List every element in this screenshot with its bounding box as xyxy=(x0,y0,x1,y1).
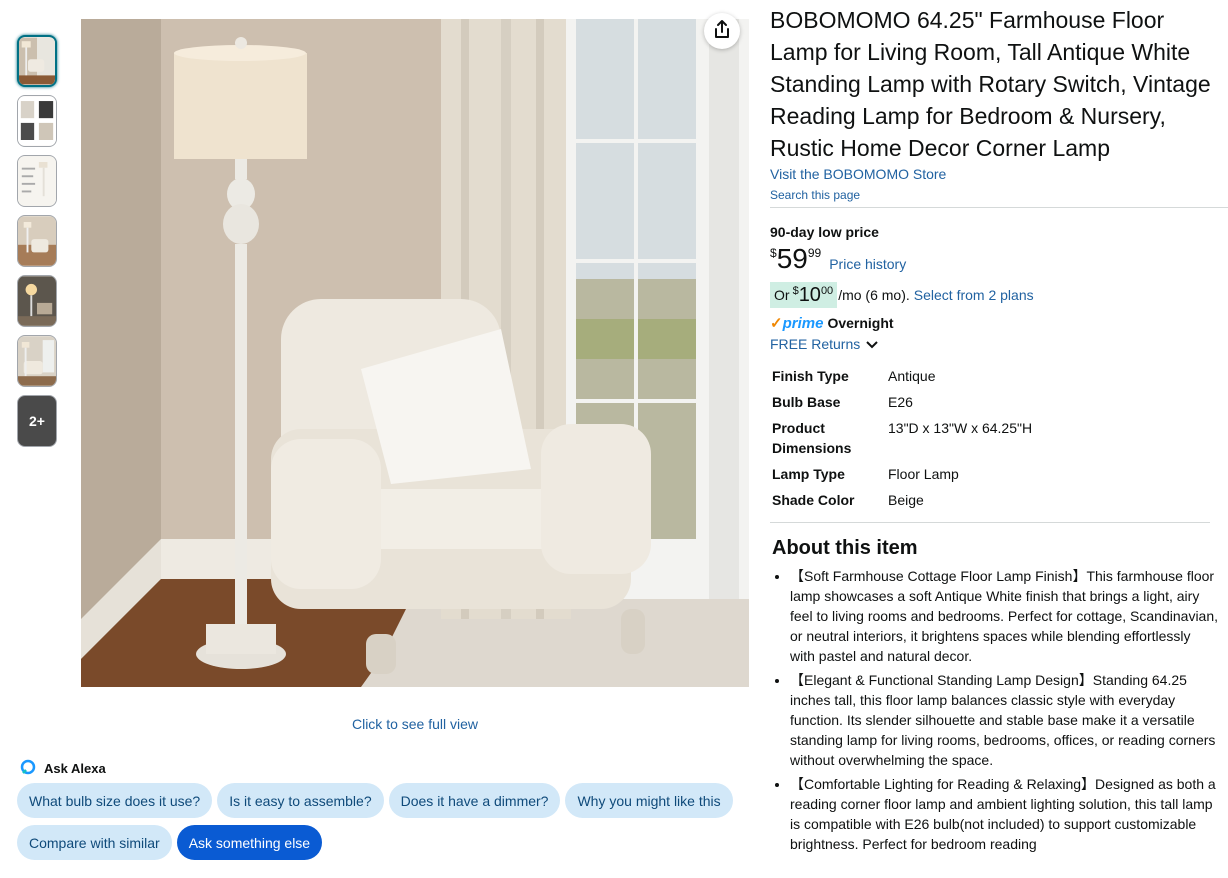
spec-value: Antique xyxy=(888,368,936,384)
thumbnail-5[interactable] xyxy=(17,275,57,327)
monthly-whole: 10 xyxy=(798,284,821,306)
chip-assemble[interactable]: Is it easy to assemble? xyxy=(217,783,384,818)
full-view-link[interactable]: Click to see full view xyxy=(81,716,749,732)
price-row: $ 59 99 Price history xyxy=(770,244,1228,274)
prime-check-icon: ✓ xyxy=(770,315,783,332)
about-bullet: 【Comfortable Lighting for Reading & Rela… xyxy=(790,774,1218,854)
spec-key: Finish Type xyxy=(772,368,849,384)
spec-row: Lamp Type Floor Lamp xyxy=(770,464,1210,484)
about-bullet: 【Elegant & Functional Standing Lamp Desi… xyxy=(790,670,1218,770)
price-history-link[interactable]: Price history xyxy=(829,256,906,272)
chip-compare[interactable]: Compare with similar xyxy=(17,825,172,860)
thumbnail-2[interactable] xyxy=(17,95,57,147)
free-returns-link[interactable]: FREE Returns xyxy=(770,336,1228,352)
chip-why-like[interactable]: Why you might like this xyxy=(565,783,733,818)
spec-row: Product Dimensions 13"D x 13"W x 64.25"H xyxy=(770,418,1210,458)
monthly-fraction: 00 xyxy=(820,285,834,297)
product-details: BOBOMOMO 64.25" Farmhouse Floor Lamp for… xyxy=(770,4,1228,858)
share-icon xyxy=(713,19,731,44)
spec-row: Bulb Base E26 xyxy=(770,392,1210,412)
chip-bulb-size[interactable]: What bulb size does it use? xyxy=(17,783,213,818)
price-fraction: 99 xyxy=(807,246,822,260)
thumbnail-1[interactable] xyxy=(17,35,57,87)
share-button[interactable] xyxy=(704,13,740,49)
thumbnail-strip: 2+ xyxy=(17,35,57,455)
chip-ask-something-else[interactable]: Ask something else xyxy=(176,825,323,860)
chevron-down-icon xyxy=(866,336,878,352)
price-whole: 59 xyxy=(776,243,808,274)
chip-dimmer[interactable]: Does it have a dimmer? xyxy=(388,783,561,818)
product-title: BOBOMOMO 64.25" Farmhouse Floor Lamp for… xyxy=(770,7,1211,161)
spec-table: Finish Type Antique Bulb Base E26 Produc… xyxy=(770,366,1210,523)
thumbnail-6[interactable] xyxy=(17,335,57,387)
ask-alexa-header: Ask Alexa xyxy=(20,759,106,778)
spec-row: Finish Type Antique xyxy=(770,366,1210,386)
spec-value: E26 xyxy=(888,394,913,410)
thumbnail-3[interactable] xyxy=(17,155,57,207)
spec-key: Product Dimensions xyxy=(772,420,852,456)
low-price-label: 90-day low price xyxy=(770,224,879,240)
spec-key: Lamp Type xyxy=(772,466,845,482)
overnight-label: Overnight xyxy=(827,315,894,331)
prime-logo: prime xyxy=(782,314,824,332)
more-images-label: 2+ xyxy=(29,413,45,429)
spec-row: Shade Color Beige xyxy=(770,490,1210,510)
spec-value: Beige xyxy=(888,492,924,508)
monthly-badge: Or $ 10 00 xyxy=(770,282,838,308)
store-link[interactable]: Visit the BOBOMOMO Store xyxy=(770,166,1228,182)
about-bullets: 【Soft Farmhouse Cottage Floor Lamp Finis… xyxy=(770,566,1218,854)
free-returns-label: FREE Returns xyxy=(770,336,861,352)
spec-value: Floor Lamp xyxy=(888,466,959,482)
chip-row-2: Compare with similar Ask something else xyxy=(17,825,757,860)
spec-key: Bulb Base xyxy=(772,394,841,410)
monthly-or: Or xyxy=(774,287,790,303)
search-this-page-link[interactable]: Search this page xyxy=(770,188,1228,208)
ask-alexa-label: Ask Alexa xyxy=(44,761,106,776)
alexa-icon xyxy=(20,759,36,778)
price-currency: $ xyxy=(770,246,777,260)
monthly-suffix: /mo (6 mo). xyxy=(838,287,910,303)
about-bullet: 【Soft Farmhouse Cottage Floor Lamp Finis… xyxy=(790,566,1218,666)
more-images-button[interactable]: 2+ xyxy=(17,395,57,447)
alexa-suggestions: What bulb size does it use? Is it easy t… xyxy=(17,783,757,867)
main-product-image[interactable] xyxy=(81,19,749,687)
select-plans-link[interactable]: Select from 2 plans xyxy=(914,287,1034,303)
thumbnail-4[interactable] xyxy=(17,215,57,267)
spec-key: Shade Color xyxy=(772,492,855,508)
spec-value: 13"D x 13"W x 64.25"H xyxy=(888,420,1033,436)
monthly-payment-row: Or $ 10 00 /mo (6 mo). Select from 2 pla… xyxy=(770,282,1228,308)
about-heading: About this item xyxy=(772,537,918,559)
chip-row-1: What bulb size does it use? Is it easy t… xyxy=(17,783,757,818)
prime-delivery: ✓ prime Overnight xyxy=(770,314,1228,333)
